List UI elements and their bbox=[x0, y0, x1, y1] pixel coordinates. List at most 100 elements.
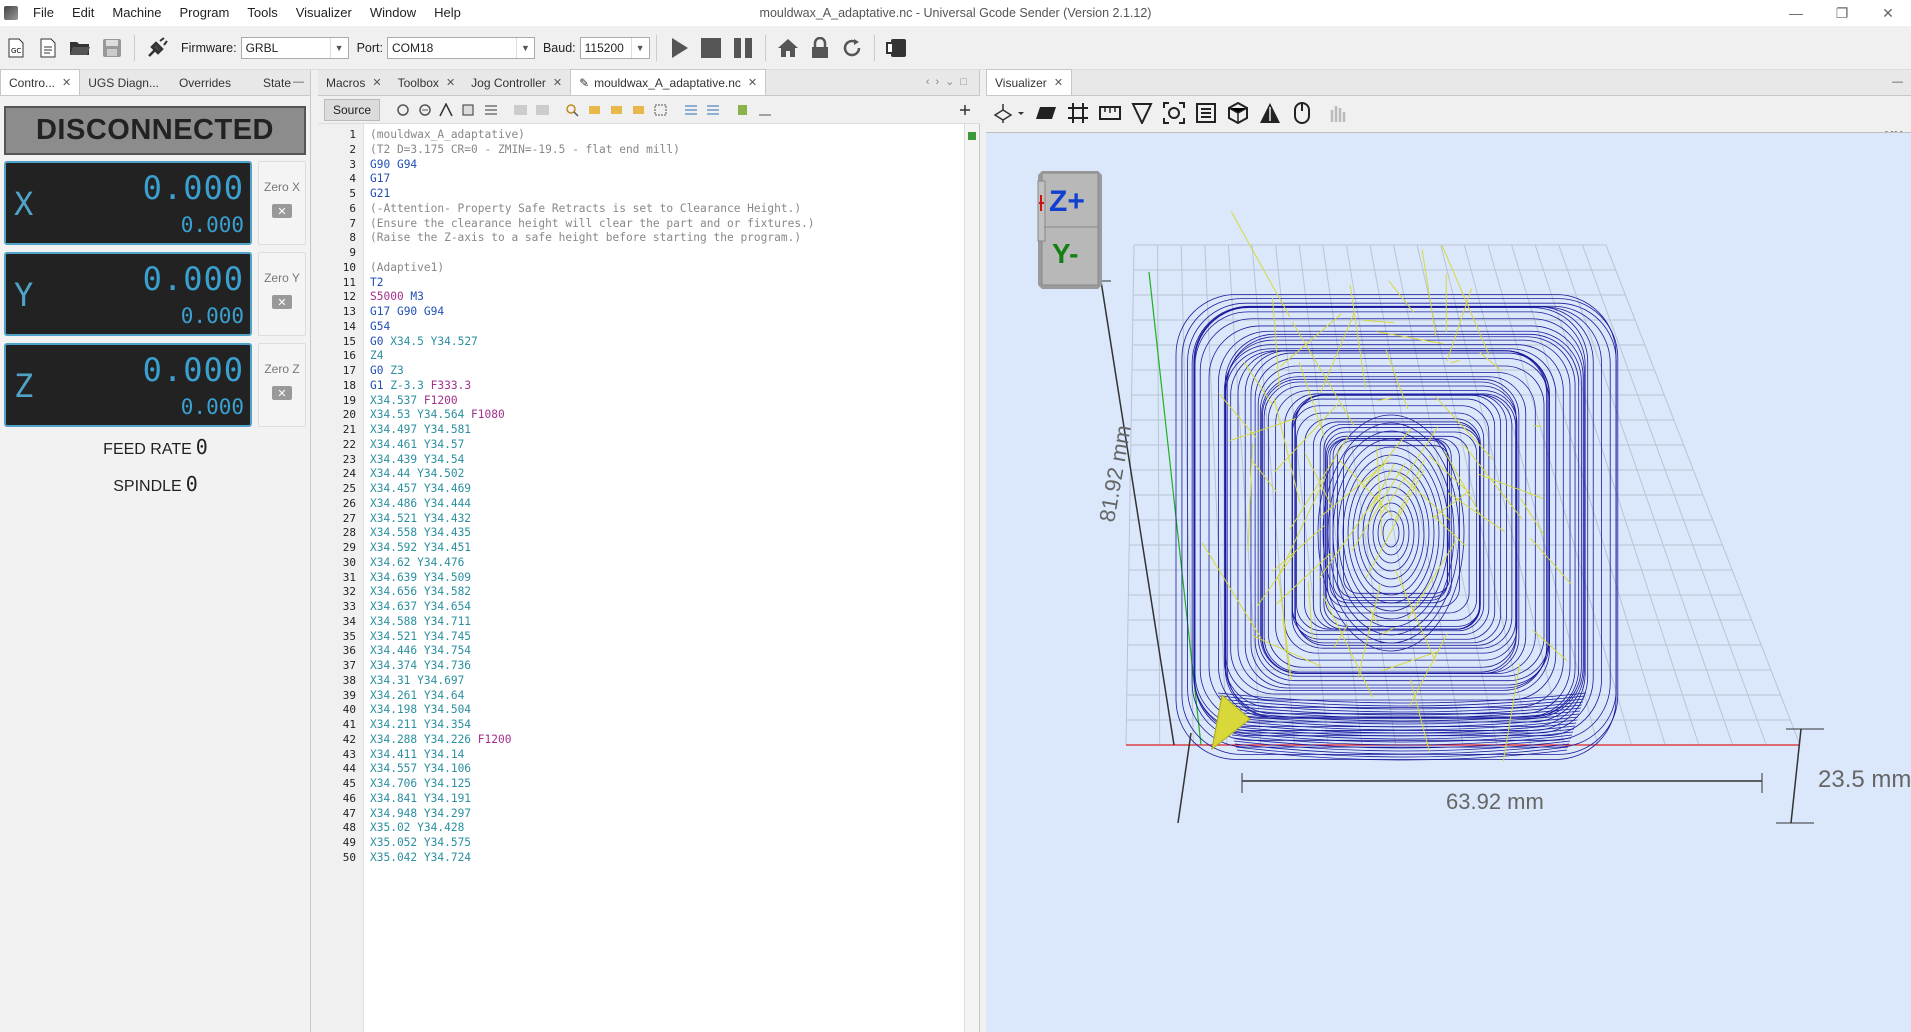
menu-edit[interactable]: Edit bbox=[63, 0, 103, 26]
axis-z-label: Z bbox=[14, 367, 34, 405]
menu-tools[interactable]: Tools bbox=[238, 0, 286, 26]
pause-icon[interactable] bbox=[730, 35, 756, 61]
close-window-button[interactable]: ✕ bbox=[1865, 0, 1911, 26]
firmware-select[interactable]: GRBL ▼ bbox=[240, 36, 349, 59]
line-number: 40 bbox=[342, 703, 356, 717]
tab-visualizer[interactable]: Visualizer ✕ bbox=[986, 69, 1073, 95]
zoom-fit-icon[interactable] bbox=[1161, 100, 1187, 126]
tab-diagnostics[interactable]: UGS Diagn... bbox=[80, 70, 167, 95]
close-icon[interactable]: ✕ bbox=[372, 76, 381, 89]
minimize-panel-icon[interactable]: — bbox=[293, 76, 304, 88]
minimize-button[interactable]: — bbox=[1773, 0, 1819, 26]
home-icon[interactable] bbox=[775, 35, 801, 61]
connect-plug-icon[interactable] bbox=[144, 35, 170, 61]
menu-program[interactable]: Program bbox=[171, 0, 239, 26]
code-line: (T2 D=3.175 CR=0 - ZMIN=-19.5 - flat end… bbox=[370, 142, 680, 156]
model-cube-icon[interactable] bbox=[1225, 100, 1251, 126]
line-number: 39 bbox=[342, 688, 356, 702]
play-icon[interactable] bbox=[666, 35, 692, 61]
find-selection-icon[interactable] bbox=[564, 102, 582, 118]
split-editor-icon[interactable] bbox=[956, 102, 974, 118]
new-file-icon[interactable]: GC bbox=[3, 35, 29, 61]
zero-y-label: Zero Y bbox=[264, 271, 300, 285]
find-next-occurrence-icon[interactable] bbox=[608, 102, 626, 118]
toggle-highlight-icon[interactable] bbox=[630, 102, 648, 118]
rapid-move-line bbox=[1320, 311, 1355, 394]
close-icon[interactable]: ✕ bbox=[62, 76, 71, 89]
tool-icon[interactable] bbox=[1129, 100, 1155, 126]
mouse-icon[interactable] bbox=[1289, 100, 1315, 126]
zero-y-button[interactable]: Zero Y ✕ bbox=[258, 252, 306, 336]
toggle-rect-selection-icon[interactable] bbox=[652, 102, 670, 118]
y-axis-line bbox=[1148, 271, 1202, 746]
menu-machine[interactable]: Machine bbox=[103, 0, 170, 26]
cube-face-top[interactable]: Z+ bbox=[1049, 185, 1085, 218]
reset-icon[interactable] bbox=[839, 35, 865, 61]
toggle-bookmark-icon[interactable] bbox=[460, 102, 478, 118]
tab-toolbox[interactable]: Toolbox ✕ bbox=[390, 70, 464, 95]
code-line: G21 bbox=[370, 187, 391, 200]
gcode-text-area[interactable]: (mouldwax_A_adaptative) (T2 D=3.175 CR=0 … bbox=[370, 124, 965, 1032]
axis-x-label: X bbox=[14, 185, 34, 223]
tab-overrides[interactable]: Overrides bbox=[167, 70, 243, 95]
code-line: G17 bbox=[370, 172, 391, 186]
line-number: 12 bbox=[342, 290, 356, 304]
lock-icon[interactable] bbox=[807, 35, 833, 61]
view-preset-icon[interactable] bbox=[989, 100, 1027, 126]
history-back-icon[interactable] bbox=[512, 102, 530, 118]
tab-macros[interactable]: Macros ✕ bbox=[318, 70, 390, 95]
close-icon[interactable]: ✕ bbox=[1054, 76, 1063, 89]
eraser-icon: ✕ bbox=[272, 386, 292, 400]
editor-scrollbar[interactable] bbox=[964, 124, 979, 1032]
code-line: X35.052 Y34.575 bbox=[370, 836, 472, 849]
code-line: X35.042 Y34.724 bbox=[370, 850, 472, 864]
tab-controller[interactable]: Contro... ✕ bbox=[0, 69, 81, 95]
zero-x-button[interactable]: Zero X ✕ bbox=[258, 161, 306, 245]
go-to-line-icon[interactable] bbox=[438, 102, 456, 118]
stop-icon[interactable] bbox=[698, 35, 724, 61]
jog-hand-icon[interactable] bbox=[1324, 100, 1350, 126]
menu-visualizer[interactable]: Visualizer bbox=[287, 0, 361, 26]
menu-file[interactable]: File bbox=[24, 0, 63, 26]
tab-macros-label: Macros bbox=[326, 75, 366, 90]
line-number: 21 bbox=[342, 423, 356, 436]
start-macro-icon[interactable] bbox=[734, 102, 752, 118]
close-icon[interactable]: ✕ bbox=[446, 76, 455, 89]
visualizer-canvas[interactable]: 81.92 mm 63.92 mm 23.5 mm Z+ Y- bbox=[986, 132, 1911, 1032]
feed-rate-label: FEED RATE bbox=[103, 441, 192, 458]
orientation-cube[interactable]: Z+ Y- bbox=[1037, 171, 1102, 289]
port-select[interactable]: COM18 ▼ bbox=[386, 36, 535, 59]
plane-icon[interactable] bbox=[1033, 100, 1059, 126]
save-icon[interactable] bbox=[99, 35, 125, 61]
history-forward-icon[interactable] bbox=[534, 102, 552, 118]
tab-gcode-file[interactable]: ✎ mouldwax_A_adaptative.nc ✕ bbox=[570, 69, 767, 95]
baud-select[interactable]: 115200 ▼ bbox=[579, 36, 650, 59]
line-number: 3 bbox=[349, 157, 356, 171]
find-prev-occurrence-icon[interactable] bbox=[586, 102, 604, 118]
cube-face-front[interactable]: Y- bbox=[1052, 238, 1078, 269]
tab-nav-controls[interactable]: ‹›⌄□ bbox=[926, 75, 973, 88]
open-gcode-icon[interactable] bbox=[35, 35, 61, 61]
menu-help[interactable]: Help bbox=[425, 0, 470, 26]
maximize-button[interactable]: ❐ bbox=[1819, 0, 1865, 26]
tab-visualizer-label: Visualizer bbox=[995, 75, 1047, 90]
ruler-icon[interactable] bbox=[1097, 100, 1123, 126]
tab-jog-controller[interactable]: Jog Controller ✕ bbox=[463, 70, 570, 95]
grid-icon[interactable] bbox=[1065, 100, 1091, 126]
minimize-panel-icon[interactable]: — bbox=[1892, 76, 1903, 88]
shift-left-icon[interactable] bbox=[682, 102, 700, 118]
format-icon[interactable] bbox=[482, 102, 500, 118]
macro-icon[interactable] bbox=[884, 35, 910, 61]
menu-window[interactable]: Window bbox=[361, 0, 425, 26]
close-icon[interactable]: ✕ bbox=[748, 76, 757, 89]
zero-z-button[interactable]: Zero Z ✕ bbox=[258, 343, 306, 427]
stop-macro-icon[interactable] bbox=[756, 102, 774, 118]
open-folder-icon[interactable] bbox=[67, 35, 93, 61]
find-next-icon[interactable] bbox=[416, 102, 434, 118]
bounding-box-icon[interactable] bbox=[1193, 100, 1219, 126]
find-previous-icon[interactable] bbox=[394, 102, 412, 118]
alarm-icon[interactable] bbox=[1257, 100, 1283, 126]
shift-right-icon[interactable] bbox=[704, 102, 722, 118]
close-icon[interactable]: ✕ bbox=[553, 76, 562, 89]
source-button[interactable]: Source bbox=[324, 98, 381, 121]
